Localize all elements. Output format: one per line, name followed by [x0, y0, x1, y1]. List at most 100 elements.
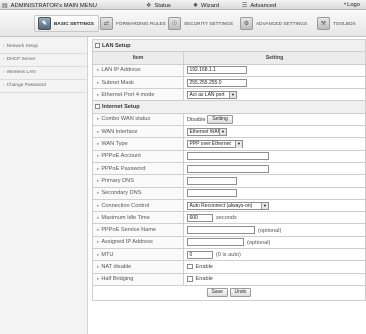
- table-row: ▸ Primary DNS: [92, 174, 366, 188]
- table-row: ▸ Half Bridging Enable: [92, 272, 366, 286]
- table-row: ▸ Ethernet Port 4 mode Act as LAN port ▼: [92, 88, 366, 102]
- combo-wan-setting-button[interactable]: Setting: [207, 114, 233, 124]
- table-row: ▸ Maximum Idle Time 600 seconds: [92, 211, 366, 225]
- tab-toolbox[interactable]: ⚒ TOOLBOX: [317, 15, 356, 32]
- main-menu-title: ▤ ADMINISTRATOR's MAIN MENU: [2, 2, 97, 9]
- table-row: ▸ PPPoE Password: [92, 161, 366, 176]
- advanced-icon: ☰: [242, 2, 248, 9]
- sidebar-item-wireless-lan[interactable]: › Wireless LAN: [3, 70, 36, 75]
- status-link[interactable]: ❖ Status: [146, 2, 171, 9]
- tab-advanced-settings[interactable]: ⚙ ADVANCED SETTINGS: [240, 15, 307, 32]
- logout-link[interactable]: •Logo: [344, 2, 360, 8]
- sidebar-divider: [0, 92, 88, 93]
- subnet-mask-input[interactable]: 255.255.255.0: [187, 78, 247, 87]
- internet-setup-header: Internet Setup: [92, 100, 366, 114]
- top-menu-bar: ▤ ADMINISTRATOR's MAIN MENU ❖ Status ✸ Wiza…: [0, 0, 366, 10]
- advanced-link[interactable]: ☰ Advanced: [242, 2, 276, 9]
- column-header-setting: Setting: [183, 51, 366, 65]
- sidebar-item-network-setup[interactable]: › Network Setup: [3, 44, 38, 49]
- section-collapse-icon[interactable]: [95, 42, 100, 48]
- save-button[interactable]: Save: [206, 288, 228, 298]
- bullet-icon: ›: [3, 83, 5, 88]
- table-row: ▸ PPPoE Service Name (optional): [92, 223, 366, 237]
- toolbox-icon: ⚒: [317, 17, 330, 30]
- mtu-note: (0 is auto): [216, 252, 241, 259]
- idle-time-unit: seconds: [216, 215, 237, 222]
- column-header-item: Item: [92, 51, 184, 65]
- bullet-icon: ▸: [97, 227, 100, 233]
- table-row: ▸ LAN IP Address 192.168.1.1: [92, 63, 366, 77]
- bullet-icon: ▸: [97, 190, 100, 196]
- table-row: ▸ Connection Control Auto Reconnect (alwa…: [92, 198, 366, 213]
- section-collapse-icon[interactable]: [95, 104, 100, 110]
- assigned-ip-input[interactable]: [187, 238, 244, 247]
- pppoe-service-name-input[interactable]: [187, 226, 255, 235]
- chevron-down-icon: ▼: [235, 141, 242, 148]
- actions-row: Save Undo: [92, 284, 366, 301]
- wan-type-select[interactable]: PPP over Ethernet ▼: [187, 140, 243, 149]
- bullet-icon: ▸: [97, 239, 100, 245]
- half-bridging-checkbox[interactable]: [187, 276, 193, 282]
- bullet-icon: ›: [3, 57, 5, 62]
- wizard-link[interactable]: ✸ Wizard: [193, 2, 219, 9]
- settings-panel: LAN Setup Item Setting ▸ LAN IP Address 1…: [92, 38, 366, 334]
- secondary-dns-input[interactable]: [187, 189, 237, 198]
- lan-ip-input[interactable]: 192.168.1.1: [187, 66, 247, 75]
- combo-wan-status: Disable: [187, 116, 206, 123]
- pppoe-account-input[interactable]: [187, 152, 269, 161]
- sidebar-divider: [0, 66, 88, 67]
- security-settings-icon: ☉: [168, 17, 181, 30]
- basic-settings-icon: ✎: [38, 17, 51, 30]
- table-row: ▸ Subnet Mask 255.255.255.0: [92, 75, 366, 90]
- bullet-icon: ▸: [97, 251, 100, 257]
- connection-control-select[interactable]: Auto Reconnect (always-on) ▼: [187, 201, 269, 210]
- bullet-icon: ▸: [97, 67, 100, 73]
- table-row: ▸ WAN Type PPP over Ethernet ▼: [92, 137, 366, 151]
- mtu-input[interactable]: 0: [187, 250, 213, 259]
- sidebar-item-dhcp-server[interactable]: › DHCP Server: [3, 57, 36, 62]
- table-row: ▸ Combo WAN status Disable Setting: [92, 112, 366, 127]
- port4-mode-select[interactable]: Act as LAN port ▼: [187, 90, 237, 99]
- bullet-icon: ›: [3, 70, 5, 75]
- table-row: ▸ NAT disable Enable: [92, 260, 366, 274]
- status-icon: ❖: [146, 2, 152, 9]
- nat-disable-checkbox[interactable]: [187, 263, 193, 270]
- sidebar-divider: [0, 53, 88, 54]
- table-row: ▸ MTU 0 (0 is auto): [92, 248, 366, 262]
- tab-forwarding-rules[interactable]: ⇄ FORWARDING RULES: [100, 15, 166, 32]
- chevron-down-icon: ▼: [229, 91, 236, 99]
- wan-interface-select[interactable]: Ethernet WAN ▼: [187, 127, 227, 136]
- half-bridging-option-label: Enable: [195, 276, 213, 283]
- table-row: ▸ WAN Interface Ethernet WAN ▼: [92, 125, 366, 139]
- tab-basic-settings[interactable]: ✎ BASIC SETTINGS: [34, 15, 99, 32]
- pppoe-password-input[interactable]: [187, 164, 269, 173]
- column-header-row: Item Setting: [92, 51, 366, 65]
- logout-icon: •: [344, 1, 347, 8]
- primary-dns-input[interactable]: [187, 176, 237, 185]
- nat-disable-option-label: Enable: [195, 264, 213, 271]
- settings-tab-bar: ✎ BASIC SETTINGS ⇄ FORWARDING RULES ☉ SE…: [0, 10, 366, 37]
- table-row: ▸ Assigned IP Address (optional): [92, 235, 366, 250]
- sidebar-divider: [0, 79, 88, 80]
- sidebar-item-change-password[interactable]: › Change Password: [3, 83, 46, 88]
- bullet-icon: ▸: [97, 79, 100, 85]
- bullet-icon: ▸: [97, 263, 100, 269]
- bullet-icon: ›: [3, 44, 5, 49]
- optional-note: (optional): [258, 227, 282, 234]
- bullet-icon: ▸: [97, 202, 100, 208]
- table-row: ▸ Secondary DNS: [92, 186, 366, 200]
- menu-icon: ▤: [2, 2, 8, 9]
- lan-setup-header: LAN Setup: [92, 38, 366, 53]
- table-row: ▸ PPPoE Account: [92, 149, 366, 163]
- bullet-icon: ▸: [97, 214, 100, 220]
- advanced-settings-icon: ⚙: [240, 17, 253, 30]
- optional-note: (optional): [247, 239, 271, 246]
- bullet-icon: ▸: [97, 177, 100, 183]
- tab-security-settings[interactable]: ☉ SECURITY SETTINGS: [168, 15, 233, 32]
- bullet-icon: ▸: [97, 276, 100, 282]
- idle-time-input[interactable]: 600: [187, 213, 213, 222]
- wizard-icon: ✸: [193, 2, 199, 9]
- forwarding-rules-icon: ⇄: [100, 17, 113, 30]
- undo-button[interactable]: Undo: [229, 288, 252, 298]
- chevron-down-icon: ▼: [261, 202, 268, 209]
